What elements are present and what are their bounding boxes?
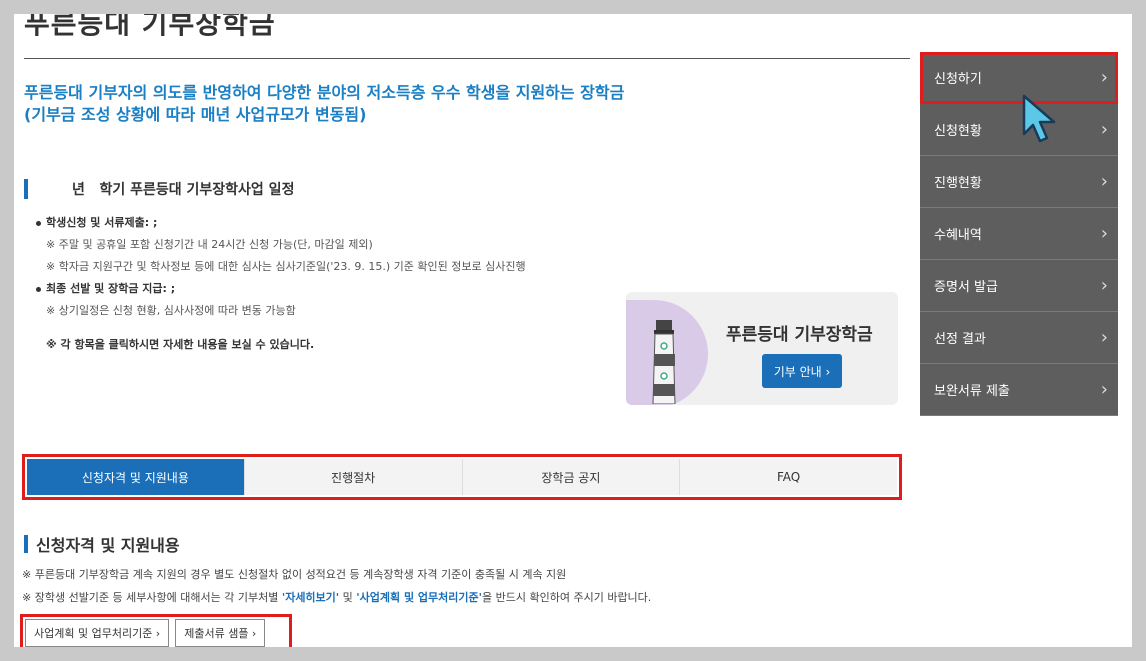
business-plan-button[interactable]: 사업계획 및 업무처리기준 › <box>25 619 170 647</box>
card-title: 푸른등대 기부장학금 <box>726 325 873 345</box>
note-text: 및 <box>339 591 357 604</box>
donation-card: 푸른등대 기부장학금 기부 안내 › <box>626 292 898 405</box>
bullet-icon <box>36 286 41 292</box>
side-menu-label: 수혜내역 <box>934 228 982 243</box>
tab-notice[interactable]: 장학금 공지 <box>462 459 681 495</box>
side-menu-label: 신청현황 <box>934 124 982 139</box>
side-menu-label: 선정 결과 <box>934 332 986 347</box>
heading-accent-bar <box>24 535 28 553</box>
mouse-pointer-icon <box>1022 94 1056 143</box>
side-menu-label: 보완서류 제출 <box>934 384 1010 399</box>
intro-line-1: 푸른등대 기부자의 의도를 반영하여 다양한 분야의 저소득층 우수 학생을 지… <box>24 83 625 102</box>
side-menu-benefits[interactable]: 수혜내역 › <box>920 208 1118 260</box>
lighthouse-icon <box>652 320 676 404</box>
schedule-note: ※ 상기일정은 신청 현황, 심사사정에 따라 변동 가능함 <box>46 304 296 317</box>
side-menu-label: 증명서 발급 <box>934 280 998 295</box>
schedule-note: ※ 학자금 지원구간 및 학사정보 등에 대한 심사는 심사기준일('23. 9… <box>46 260 526 273</box>
chevron-right-icon: › <box>1100 379 1108 400</box>
title-divider <box>24 58 910 59</box>
chevron-right-icon: › <box>1100 67 1108 88</box>
chevron-right-icon: › <box>1100 119 1108 140</box>
side-menu-certificate[interactable]: 증명서 발급 › <box>920 260 1118 312</box>
page-title: 푸른등대 기부장학금 <box>24 14 276 40</box>
section-title: 신청자격 및 지원내용 <box>36 536 180 555</box>
section-notes: ※ 푸른등대 기부장학금 계속 지원의 경우 별도 신청절차 없이 성적요건 등… <box>22 563 651 609</box>
intro-line-2: (기부금 조성 상황에 따라 매년 사업규모가 변동됨) <box>24 105 367 124</box>
note-text: ※ 장학생 선발기준 등 세부사항에 대해서는 각 기부처별 <box>22 591 282 604</box>
content-tabs: 신청자격 및 지원내용 진행절차 장학금 공지 FAQ <box>22 454 902 500</box>
side-menu-label: 진행현황 <box>934 176 982 191</box>
schedule-heading: 년 학기 푸른등대 기부장학사업 일정 <box>24 178 294 200</box>
schedule-item-label: 학생신청 및 서류제출: ; <box>46 216 158 229</box>
chevron-right-icon: › <box>1100 223 1108 244</box>
schedule-list: 학생신청 및 서류제출: ; ※ 주말 및 공휴일 포함 신청기간 내 24시간… <box>36 212 526 356</box>
chevron-right-icon: › <box>1100 275 1108 296</box>
bullet-icon <box>36 220 41 226</box>
side-menu-results[interactable]: 선정 결과 › <box>920 312 1118 364</box>
schedule-item-apply: 학생신청 및 서류제출: ; <box>36 212 526 234</box>
side-menu-supplement[interactable]: 보완서류 제출 › <box>920 364 1118 416</box>
document-buttons: 사업계획 및 업무처리기준 › 제출서류 샘플 › <box>20 614 292 647</box>
schedule-item-label: 최종 선발 및 장학금 지급: ; <box>46 282 176 295</box>
schedule-note: ※ 주말 및 공휴일 포함 신청기간 내 24시간 신청 가능(단, 마감일 제… <box>46 238 373 251</box>
side-menu-apply[interactable]: 신청하기 › <box>920 52 1118 104</box>
tab-eligibility[interactable]: 신청자격 및 지원내용 <box>27 459 245 495</box>
side-menu: 신청하기 › 신청현황 › 진행현황 › 수혜내역 › 증명서 발급 › 선정 결과 › 보… <box>920 52 1118 416</box>
chevron-right-icon: › <box>1100 171 1108 192</box>
section-note: ※ 푸른등대 기부장학금 계속 지원의 경우 별도 신청절차 없이 성적요건 등… <box>22 568 567 581</box>
chevron-right-icon: › <box>1100 327 1108 348</box>
intro-text: 푸른등대 기부자의 의도를 반영하여 다양한 분야의 저소득층 우수 학생을 지… <box>24 82 624 126</box>
note-text: 을 반드시 확인하여 주시기 바랍니다. <box>482 591 652 604</box>
page: 푸른등대 기부장학금 푸른등대 기부자의 의도를 반영하여 다양한 분야의 저소… <box>14 14 1132 647</box>
tab-faq[interactable]: FAQ <box>680 459 897 495</box>
section-note: ※ 장학생 선발기준 등 세부사항에 대해서는 각 기부처별 '자세히보기' 및… <box>22 586 651 609</box>
schedule-title: 년 학기 푸른등대 기부장학사업 일정 <box>72 182 295 198</box>
donation-guide-button[interactable]: 기부 안내 › <box>762 354 842 388</box>
click-hint: ※ 각 항목을 클릭하시면 자세한 내용을 보실 수 있습니다. <box>46 338 315 351</box>
note-highlight: '자세히보기' <box>281 591 340 604</box>
schedule-item-payment: 최종 선발 및 장학금 지급: ; <box>36 278 526 300</box>
side-menu-label: 신청하기 <box>934 72 982 87</box>
side-menu-status[interactable]: 신청현황 › <box>920 104 1118 156</box>
note-highlight: '사업계획 및 업무처리기준' <box>356 591 483 604</box>
document-sample-button[interactable]: 제출서류 샘플 › <box>175 619 266 647</box>
heading-accent-bar <box>24 179 28 199</box>
side-menu-progress[interactable]: 진행현황 › <box>920 156 1118 208</box>
tab-procedure[interactable]: 진행절차 <box>244 459 463 495</box>
section-heading: 신청자격 및 지원내용 <box>24 532 180 556</box>
